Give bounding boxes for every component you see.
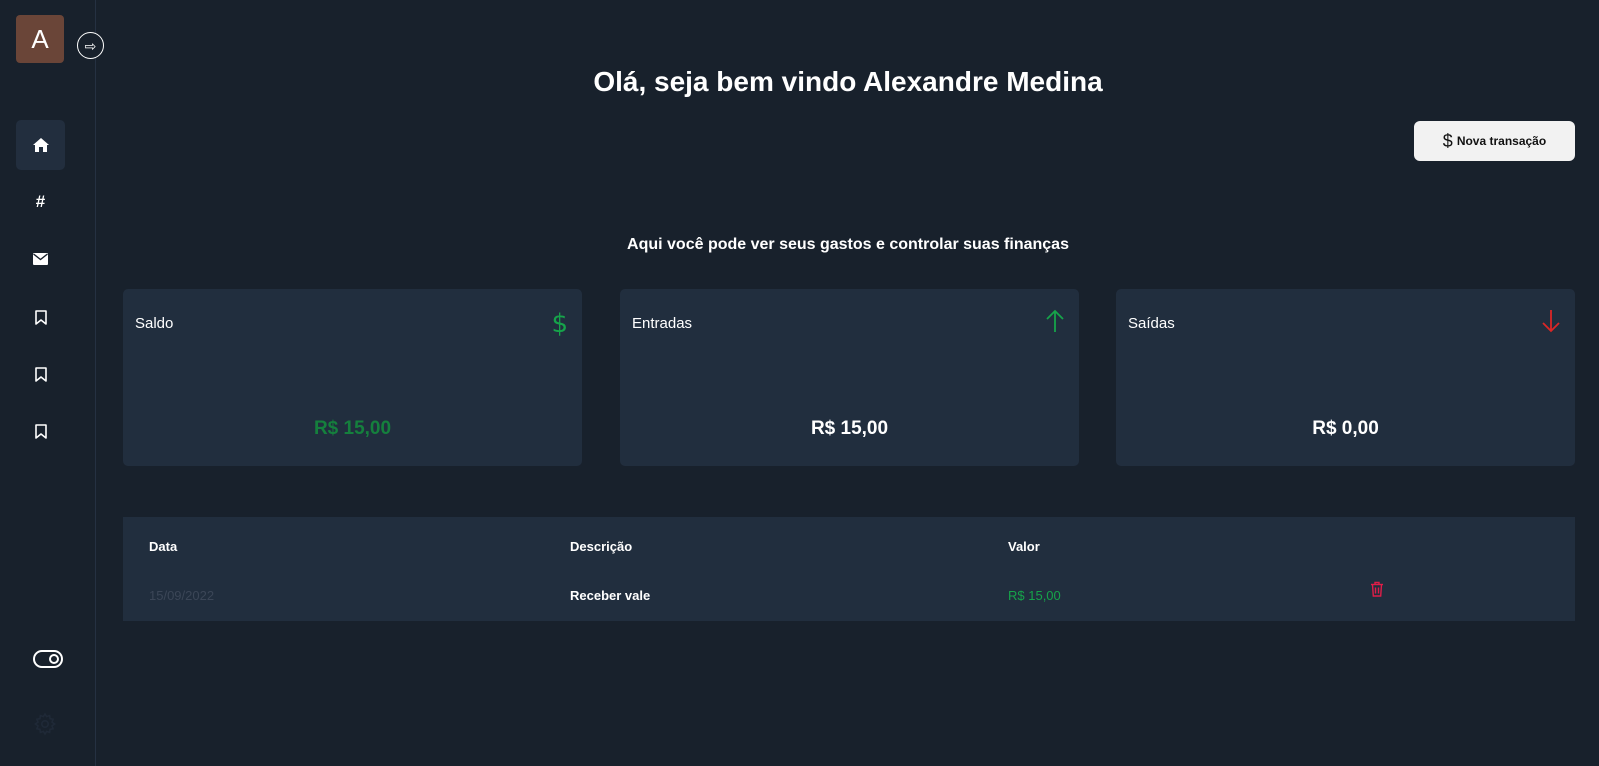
- card-label: Saídas: [1128, 315, 1175, 332]
- row-value: R$ 15,00: [1008, 588, 1061, 603]
- settings-button[interactable]: [33, 712, 57, 741]
- card-label: Entradas: [632, 315, 693, 332]
- bookmark-icon: [34, 423, 47, 439]
- card-label: Saldo: [135, 315, 174, 332]
- sidebar-item-bookmark-2[interactable]: [16, 349, 65, 399]
- dollar-icon: $: [551, 309, 568, 339]
- sidebar-item-home[interactable]: [16, 120, 65, 170]
- card-amount: R$ 0,00: [1312, 418, 1379, 439]
- envelope-icon: [33, 253, 48, 265]
- card-amount: R$ 15,00: [313, 418, 392, 439]
- row-date: 15/09/2022: [149, 588, 215, 603]
- hash-icon: #: [35, 192, 46, 211]
- row-description: Receber vale: [570, 588, 651, 603]
- delete-button[interactable]: [1370, 581, 1384, 602]
- sidebar-item-bookmark-1[interactable]: [16, 292, 65, 342]
- trash-icon: [1371, 581, 1383, 597]
- main-content: Olá, seja bem vindo Alexandre Medina $ N…: [97, 0, 1599, 766]
- gear-icon: [34, 712, 56, 736]
- transactions-table: Data Descrição Valor 15/09/2022 Receber …: [123, 517, 1575, 621]
- page-subtitle: Aqui você pode ver seus gastos e control…: [627, 236, 1069, 253]
- arrow-right-icon: ⇨: [84, 37, 97, 54]
- bookmark-icon: [34, 309, 47, 325]
- toggle-icon: [33, 650, 63, 668]
- bookmark-icon: [34, 366, 47, 382]
- dollar-icon: $: [1442, 130, 1453, 151]
- new-transaction-button[interactable]: $ Nova transação: [1414, 121, 1575, 161]
- column-header-date: Data: [149, 539, 178, 554]
- new-transaction-label: Nova transação: [1456, 134, 1547, 148]
- avatar[interactable]: A: [16, 15, 64, 63]
- column-header-description: Descrição: [570, 539, 633, 554]
- card-amount: R$ 15,00: [810, 418, 889, 439]
- column-header-value: Valor: [1008, 539, 1040, 554]
- balance-card: Saldo $ R$ 15,00: [123, 289, 582, 466]
- sidebar-item-hash[interactable]: #: [16, 177, 65, 227]
- arrow-down-icon: [1541, 309, 1561, 338]
- sidebar-expand-button[interactable]: ⇨: [77, 32, 104, 59]
- sidebar-item-bookmark-3[interactable]: [16, 406, 65, 456]
- theme-toggle[interactable]: [33, 650, 63, 673]
- income-card: Entradas R$ 15,00: [620, 289, 1079, 466]
- page-title: Olá, seja bem vindo Alexandre Medina: [593, 66, 1103, 97]
- arrow-up-icon: [1045, 309, 1065, 338]
- sidebar-item-messages[interactable]: [16, 234, 65, 284]
- home-icon: [32, 138, 49, 152]
- sidebar: A #: [0, 0, 96, 766]
- expenses-card: Saídas R$ 0,00: [1116, 289, 1575, 466]
